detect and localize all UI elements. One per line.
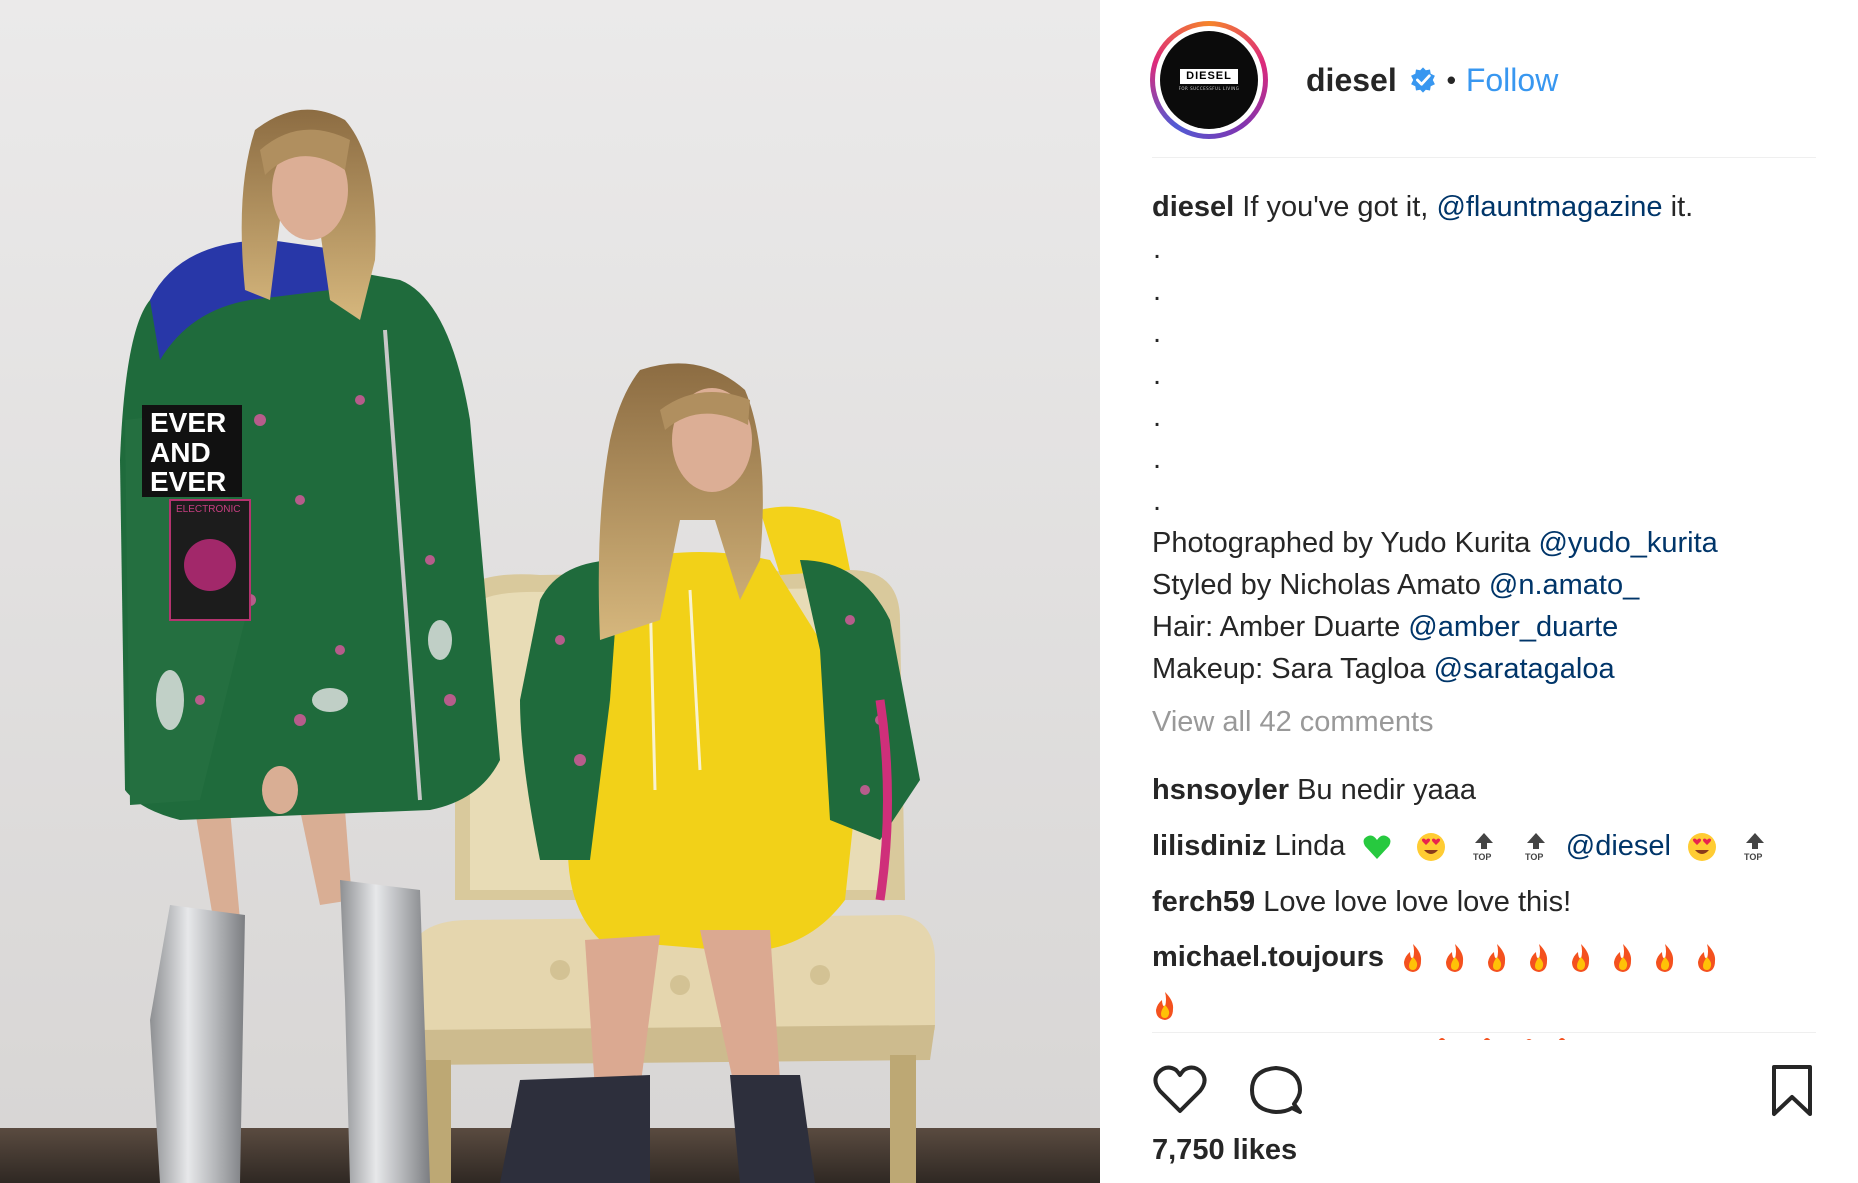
post-header: DIESEL FOR SUCCESSFUL LIVING diesel • Fo… <box>1150 10 1810 150</box>
comment-row: lilisdiniz Linda TOP TOP @diesel TOP <box>1152 818 1816 874</box>
top-arrow-icon: TOP <box>1744 833 1765 862</box>
comment-username[interactable]: lilisdiniz <box>1152 830 1266 862</box>
post-photo[interactable]: EVER AND EVER ELECTRONIC <box>0 0 1100 1183</box>
caption-mention[interactable]: @flauntmagazine <box>1436 191 1662 223</box>
caption-dot: . <box>1153 485 1162 517</box>
story-ring[interactable]: DIESEL FOR SUCCESSFUL LIVING <box>1150 21 1268 139</box>
like-heart-icon[interactable] <box>1152 1064 1208 1116</box>
post-photo-illustration: EVER AND EVER ELECTRONIC <box>0 0 1100 1183</box>
patch-text-3: EVER <box>150 466 226 497</box>
credit-line: Makeup: Sara Tagloa @saratagaloa <box>1152 648 1816 690</box>
caption-text-after: it. <box>1670 191 1694 223</box>
caption-dot: . <box>1153 317 1162 349</box>
heart-eyes-emoji-icon <box>1688 833 1717 862</box>
header-username[interactable]: diesel <box>1306 62 1397 99</box>
action-bar <box>1152 1064 1816 1124</box>
fire-icon <box>1572 944 1590 973</box>
fire-icon <box>1446 944 1464 973</box>
green-heart-icon <box>1363 835 1390 860</box>
likes-count[interactable]: 7,750 likes <box>1152 1134 1297 1167</box>
heart-eyes-emoji-icon <box>1416 833 1445 862</box>
credit-line: Hair: Amber Duarte @amber_duarte <box>1152 606 1816 648</box>
patch-subtext: ELECTRONIC <box>176 504 240 515</box>
credit-mention[interactable]: @yudo_kurita <box>1538 527 1717 559</box>
save-bookmark-icon[interactable] <box>1770 1064 1814 1118</box>
comment-username[interactable]: michael.toujours <box>1152 941 1384 973</box>
post-sidebar: DIESEL FOR SUCCESSFUL LIVING diesel • Fo… <box>1100 0 1858 1183</box>
credit-line: Styled by Nicholas Amato @n.amato_ <box>1152 564 1816 606</box>
comment-username[interactable]: ferch59 <box>1152 886 1255 918</box>
clipped-emoji-strip <box>1438 1038 1566 1040</box>
top-arrow-icon: TOP <box>1473 833 1493 862</box>
caption-dot: . <box>1153 401 1162 433</box>
fire-icon <box>1488 944 1506 973</box>
top-arrow-icon: TOP <box>1525 833 1545 862</box>
header-divider <box>1152 157 1816 158</box>
top-label: TOP <box>1525 852 1543 862</box>
top-label: TOP <box>1744 852 1762 862</box>
caption-dot: . <box>1153 359 1162 391</box>
header-separator: • <box>1446 64 1456 95</box>
avatar-logo: DIESEL <box>1180 69 1238 84</box>
credit-mention[interactable]: @n.amato_ <box>1489 569 1639 601</box>
comment-text: Linda <box>1274 830 1346 862</box>
avatar-tagline: FOR SUCCESSFUL LIVING <box>1178 86 1240 91</box>
caption-credits: Photographed by Yudo Kurita @yudo_kurita… <box>1152 522 1816 690</box>
credit-line: Photographed by Yudo Kurita @yudo_kurita <box>1152 522 1816 564</box>
fire-icon <box>1698 944 1716 973</box>
comments-list: hsnsoyler Bu nedir yaaa lilisdiniz Linda… <box>1152 762 1816 1026</box>
credit-mention[interactable]: @saratagaloa <box>1434 653 1615 685</box>
caption-dots: . . . . . . . <box>1152 228 1816 522</box>
comment-mention[interactable]: @diesel <box>1566 830 1671 862</box>
credit-label: Makeup: Sara Tagloa <box>1152 653 1426 685</box>
view-all-comments-link[interactable]: View all 42 comments <box>1152 706 1434 739</box>
comment-text: Love love love love this! <box>1263 886 1572 918</box>
comment-row: hsnsoyler Bu nedir yaaa <box>1152 762 1816 818</box>
verified-badge-icon <box>1410 67 1435 93</box>
caption-author[interactable]: diesel <box>1152 191 1234 223</box>
fire-icon <box>1404 944 1422 973</box>
avatar[interactable]: DIESEL FOR SUCCESSFUL LIVING <box>1160 31 1258 129</box>
actions-divider <box>1152 1032 1816 1033</box>
credit-label: Photographed by Yudo Kurita <box>1152 527 1531 559</box>
follow-button[interactable]: Follow <box>1466 62 1558 99</box>
credit-label: Styled by Nicholas Amato <box>1152 569 1481 601</box>
credit-label: Hair: Amber Duarte <box>1152 611 1401 643</box>
caption-dot: . <box>1153 233 1162 265</box>
fire-icon <box>1656 944 1674 973</box>
comment-row: ferch59 Love love love love this! <box>1152 874 1816 930</box>
fire-icon <box>1530 944 1548 973</box>
avatar-gap: DIESEL FOR SUCCESSFUL LIVING <box>1155 26 1263 134</box>
caption-dot: . <box>1153 443 1162 475</box>
caption-first-line: diesel If you've got it, @flauntmagazine… <box>1152 186 1816 228</box>
patch-text-2: AND <box>150 437 211 468</box>
fire-icon <box>1156 992 1174 1021</box>
fire-icon <box>1614 944 1632 973</box>
comment-username[interactable]: hsnsoyler <box>1152 774 1289 806</box>
fire-emoji-group <box>1392 941 1728 973</box>
fire-emoji-wrap <box>1152 984 1816 1026</box>
patch-text-1: EVER <box>150 407 226 438</box>
credit-mention[interactable]: @amber_duarte <box>1408 611 1618 643</box>
comment-row: michael.toujours <box>1152 930 1816 1026</box>
top-label: TOP <box>1473 852 1491 862</box>
comment-bubble-icon[interactable] <box>1248 1064 1304 1118</box>
comment-text: Bu nedir yaaa <box>1297 774 1477 806</box>
caption-dot: . <box>1153 275 1162 307</box>
caption-text-before: If you've got it, <box>1242 191 1429 223</box>
caption: diesel If you've got it, @flauntmagazine… <box>1152 186 1816 690</box>
